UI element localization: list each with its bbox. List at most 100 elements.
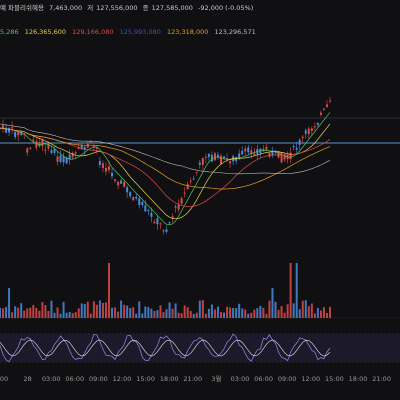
volume-bar bbox=[292, 303, 295, 318]
candle-body bbox=[59, 155, 62, 162]
volume-bar bbox=[220, 311, 223, 318]
volume-bar bbox=[238, 303, 241, 318]
candle-body bbox=[74, 152, 77, 154]
volume-bar bbox=[229, 307, 232, 318]
volume-bar bbox=[141, 313, 144, 318]
candle-body bbox=[247, 147, 250, 153]
volume-bar bbox=[271, 288, 274, 318]
candle-body bbox=[180, 198, 183, 204]
volume-bar bbox=[156, 310, 159, 318]
candle-body bbox=[129, 192, 132, 197]
candle-body bbox=[289, 152, 292, 160]
candle-body bbox=[56, 156, 59, 162]
volume-bar bbox=[11, 312, 14, 318]
candle-body bbox=[280, 152, 283, 163]
candle-body bbox=[62, 156, 65, 163]
candle-body bbox=[41, 139, 44, 147]
price-chart[interactable]: 00 28 03:00 06:00 09:00 12:00 15:00 18:00 21:00 3… bbox=[0, 0, 400, 400]
candle-body bbox=[292, 145, 295, 148]
volume-bar bbox=[295, 263, 298, 318]
candle-body bbox=[11, 127, 14, 129]
open-value: 7,463,000 bbox=[49, 4, 83, 12]
volume-bar bbox=[92, 301, 95, 318]
volume-bar bbox=[256, 308, 259, 318]
candle-body bbox=[8, 128, 11, 133]
candle-body bbox=[204, 156, 207, 158]
volume-bar bbox=[126, 305, 129, 318]
volume-bar bbox=[132, 307, 135, 318]
candle-body bbox=[183, 192, 186, 194]
volume-bar bbox=[186, 307, 189, 318]
volume-bar bbox=[244, 309, 247, 318]
volume-bar bbox=[310, 303, 313, 318]
volume-bar bbox=[117, 311, 120, 318]
volume-bar bbox=[5, 307, 8, 318]
volume-bar bbox=[329, 306, 331, 318]
ma-value-4: 125,993,080 bbox=[119, 28, 161, 36]
low-label: 저 bbox=[87, 4, 94, 12]
candle-body bbox=[241, 150, 244, 155]
volume-histogram bbox=[0, 263, 331, 318]
ma-line-1 bbox=[0, 112, 331, 226]
low-value: 127,556,000 bbox=[96, 4, 138, 12]
candle-body bbox=[226, 158, 229, 160]
candle-body bbox=[141, 201, 144, 205]
ma-value-5: 123,318,000 bbox=[167, 28, 209, 36]
volume-bar bbox=[68, 311, 71, 318]
x-tick-label: 15:00 bbox=[136, 375, 155, 383]
candle-body bbox=[316, 122, 319, 125]
volume-bar bbox=[280, 306, 283, 318]
candle-body bbox=[329, 100, 331, 102]
volume-bar bbox=[198, 300, 201, 318]
moving-average-legend: 5,286 126,365,600 129,166,080 125,993,08… bbox=[0, 28, 260, 38]
volume-bar bbox=[29, 307, 32, 318]
volume-bar bbox=[277, 309, 280, 318]
candle-body bbox=[159, 223, 162, 225]
candle-body bbox=[301, 136, 304, 139]
volume-bar bbox=[14, 306, 17, 318]
volume-bar bbox=[77, 308, 80, 318]
volume-bar bbox=[262, 307, 265, 318]
volume-bar bbox=[268, 300, 271, 318]
candle-body bbox=[89, 141, 92, 143]
candle-body bbox=[162, 230, 165, 232]
candle-body bbox=[107, 166, 110, 170]
volume-bar bbox=[23, 310, 26, 318]
volume-bar bbox=[35, 307, 38, 318]
candle-body bbox=[319, 112, 322, 115]
x-tick-label: 21:00 bbox=[372, 375, 391, 383]
candle-body bbox=[198, 162, 201, 165]
candle-body bbox=[165, 229, 168, 232]
candle-body bbox=[50, 150, 53, 154]
close-value: 127,585,000 bbox=[151, 4, 193, 12]
volume-bar bbox=[71, 313, 74, 318]
volume-bar bbox=[247, 313, 250, 318]
x-tick-label: 18:00 bbox=[349, 375, 368, 383]
ma-value-1: 5,286 bbox=[0, 28, 19, 36]
candle-body bbox=[220, 155, 223, 165]
candle-body bbox=[35, 141, 38, 148]
volume-bar bbox=[216, 306, 219, 318]
candle-body bbox=[135, 197, 138, 199]
volume-bar bbox=[204, 313, 207, 318]
candle-body bbox=[53, 149, 56, 153]
volume-bar bbox=[56, 307, 59, 318]
candle-body bbox=[44, 149, 47, 151]
x-tick-label: 15:00 bbox=[325, 375, 344, 383]
close-label: 종 bbox=[142, 4, 149, 12]
volume-bar bbox=[47, 310, 50, 318]
volume-bar bbox=[223, 312, 226, 318]
volume-bar bbox=[86, 301, 89, 318]
candle-body bbox=[101, 163, 104, 169]
volume-bar bbox=[89, 313, 92, 318]
volume-bar bbox=[2, 308, 5, 318]
candle-body bbox=[26, 148, 29, 153]
volume-bar bbox=[120, 300, 123, 318]
volume-bar bbox=[201, 300, 204, 318]
candle-body bbox=[126, 187, 129, 193]
time-axis: 00 28 03:00 06:00 09:00 12:00 15:00 18:00 21:00 3… bbox=[0, 374, 391, 383]
volume-bar bbox=[250, 312, 253, 318]
candle-body bbox=[14, 132, 17, 138]
volume-bar bbox=[41, 301, 44, 318]
candle-body bbox=[201, 157, 204, 165]
